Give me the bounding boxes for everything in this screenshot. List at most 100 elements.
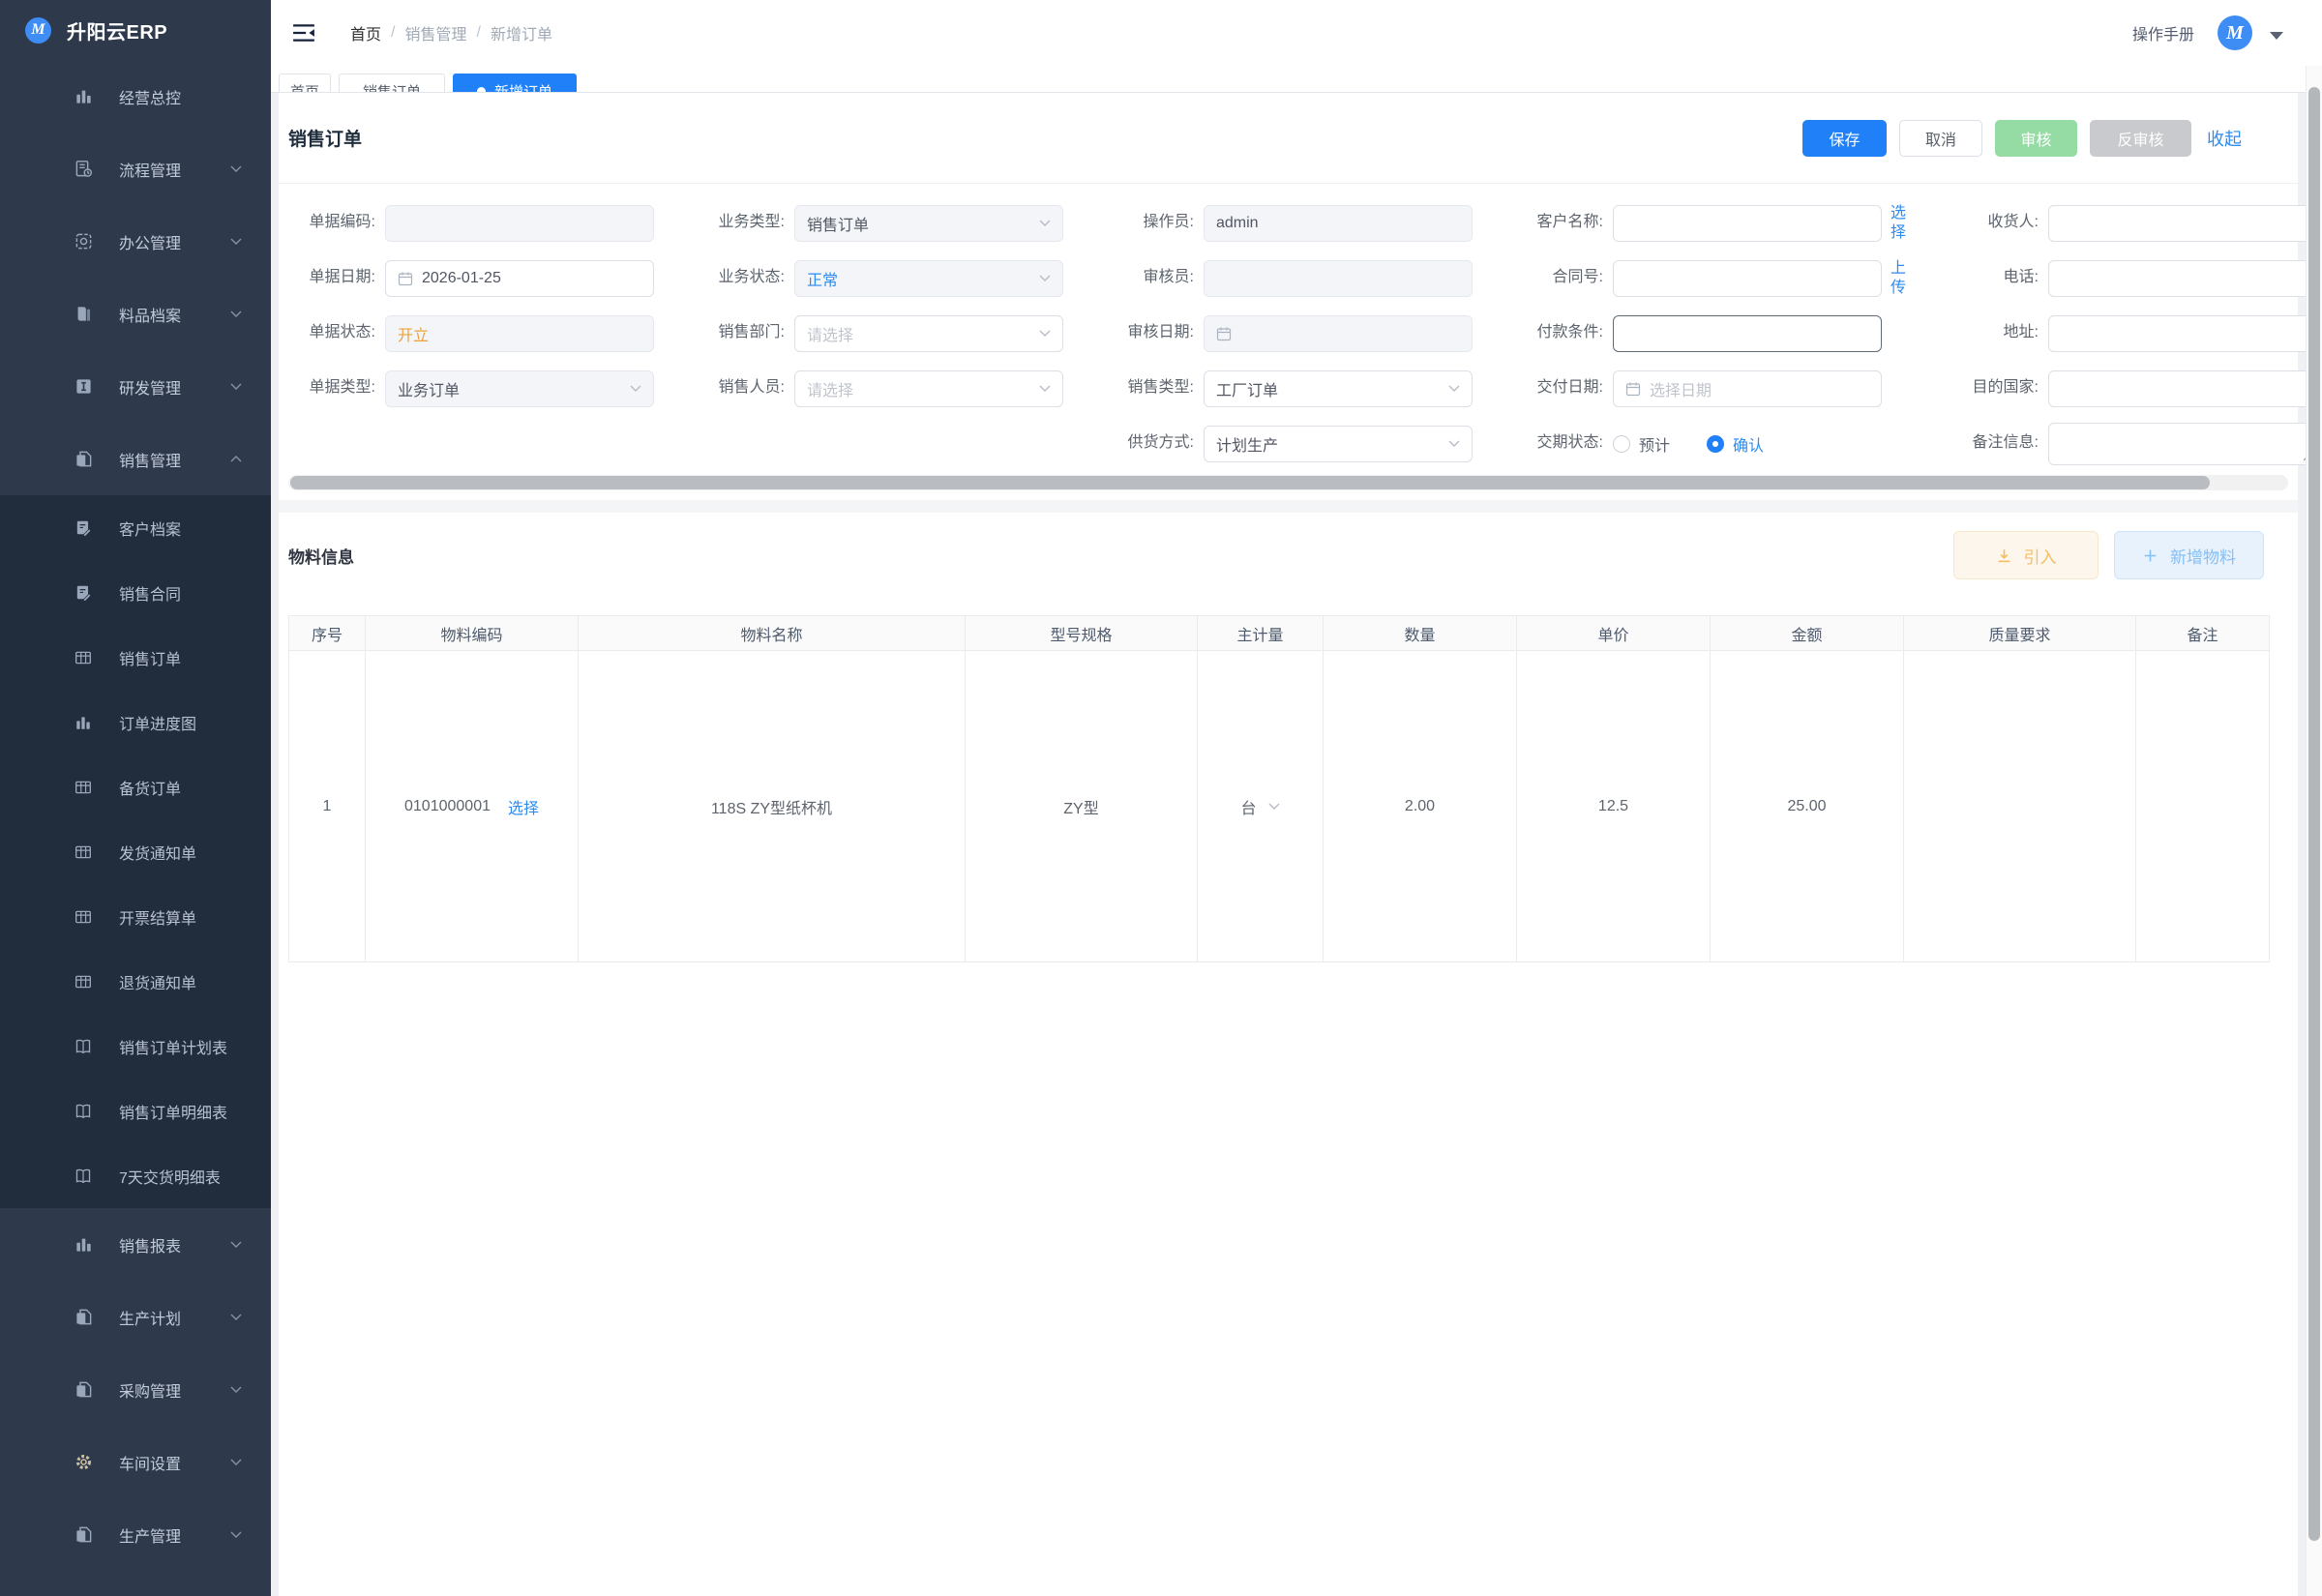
delivery-date-field[interactable]: 选择日期 [1613,369,1882,407]
sidebar-item-return-notice[interactable]: 退货通知单 [0,949,271,1014]
material-select-link[interactable]: 选择 [508,795,539,818]
user-avatar[interactable]: M [2218,15,2252,50]
tab-sales-order[interactable]: 销售订单 [339,74,445,92]
cell-unit[interactable]: 台 [1197,650,1324,962]
save-button[interactable]: 保存 [1802,119,1887,157]
breadcrumb-sales-mgmt[interactable]: 销售管理 [404,21,466,44]
sidebar-item-office-mgmt[interactable]: 办公管理 [0,205,271,278]
cell-material-name[interactable]: 118S ZY型纸杯机 [578,650,966,962]
sidebar-item-invoice-settlement[interactable]: 开票结算单 [0,884,271,949]
user-menu-caret-icon[interactable] [2270,32,2283,40]
sidebar-item-workshop-settings[interactable]: 车间设置 [0,1426,271,1498]
doc-type-label: 单据类型: [309,379,375,397]
table-grid-icon [73,777,94,798]
sidebar-item-sales-mgmt[interactable]: 销售管理 [0,423,271,495]
calendar-icon [1216,326,1232,341]
chevron-down-icon [1268,803,1280,810]
sidebar-item-production-mgmt[interactable]: 生产管理 [0,1498,271,1571]
sidebar-item-shipping-notice[interactable]: 发货通知单 [0,819,271,884]
unaudit-button[interactable]: 反审核 [2090,119,2191,157]
payment-terms-field[interactable] [1613,314,1882,352]
radio-confirmed-label[interactable]: 确认 [1733,432,1764,456]
scrollbar-thumb[interactable] [2308,87,2320,1541]
tab-home[interactable]: 首页 [279,74,331,92]
open-book-icon [73,1166,94,1187]
doc-code-field [385,204,654,242]
customer-field[interactable] [1613,204,1882,242]
audit-button[interactable]: 审核 [1995,119,2077,157]
doc-date-field[interactable]: 2026-01-25 [385,259,654,297]
page-vertical-scrollbar[interactable] [2306,66,2322,1596]
open-book-icon [73,1036,94,1057]
contract-field[interactable] [1613,259,1882,297]
manual-link[interactable]: 操作手册 [2132,21,2194,44]
sidebar-item-rd-mgmt[interactable]: 研发管理 [0,350,271,423]
contract-label: 合同号: [1552,269,1603,286]
cell-spec[interactable]: ZY型 [965,650,1198,962]
radio-checked-icon[interactable] [1707,434,1725,453]
sidebar-item-sales-order[interactable]: 销售订单 [0,625,271,690]
sidebar-item-operations-dashboard[interactable]: 经营总控 [0,60,271,133]
sidebar-item-sales-order-plan[interactable]: 销售订单计划表 [0,1014,271,1079]
contract-upload-link[interactable]: 上传 [1890,259,1908,298]
sidebar-item-processing-workshop[interactable]: 加工车间 [0,1571,271,1596]
chevron-down-icon [1039,220,1051,226]
sidebar-item-material-archives[interactable]: 料品档案 [0,278,271,350]
sidebar-item-7day-delivery-detail[interactable]: 7天交货明细表 [0,1143,271,1208]
form-col-4: 客户名称: 选择 合同号: 上传 付款条件: 交付日期: 选择日期 交期状态: … [1516,195,1908,471]
radio-unchecked-icon[interactable] [1613,434,1630,453]
sidebar-item-sales-order-detail[interactable]: 销售订单明细表 [0,1079,271,1143]
sidebar-item-stock-order[interactable]: 备货订单 [0,754,271,819]
biz-status-label: 业务状态: [718,269,785,286]
chevron-down-icon [1039,275,1051,281]
sidebar-item-purchase-mgmt[interactable]: 采购管理 [0,1353,271,1426]
supply-mode-select[interactable]: 计划生产 [1204,425,1473,462]
col-unit: 主计量 [1197,615,1324,651]
delivery-status-label: 交期状态: [1536,434,1603,452]
payment-terms-label: 付款条件: [1536,324,1603,341]
supply-mode-label: 供货方式: [1127,434,1194,452]
sidebar-item-process-mgmt[interactable]: 流程管理 [0,133,271,205]
cell-price[interactable]: 12.5 [1516,650,1711,962]
pages-icon [73,449,94,470]
sales-person-select[interactable]: 请选择 [794,369,1063,407]
address-field[interactable] [2048,314,2317,352]
customer-select-link[interactable]: 选择 [1890,204,1908,243]
cell-quality[interactable] [1903,650,2136,962]
address-label: 地址: [2003,324,2039,341]
country-field[interactable] [2048,369,2317,407]
tab-new-order[interactable]: 新增订单 [453,74,577,92]
breadcrumb-separator: / [391,24,396,41]
sales-dept-select[interactable]: 请选择 [794,314,1063,352]
sidebar-item-order-progress-chart[interactable]: 订单进度图 [0,690,271,754]
phone-field[interactable] [2048,259,2317,297]
breadcrumb-home[interactable]: 首页 [350,21,381,44]
sidebar-item-sales-reports[interactable]: 销售报表 [0,1208,271,1281]
col-seq: 序号 [288,615,366,651]
collapse-link[interactable]: 收起 [2207,126,2242,151]
import-button[interactable]: 引入 [1953,531,2099,579]
calendar-icon [1625,381,1641,397]
open-book-icon [73,1101,94,1122]
form-horizontal-scrollbar[interactable] [288,475,2288,490]
cell-remark[interactable] [2135,650,2270,962]
page-title: 销售订单 [288,130,363,150]
country-label: 目的国家: [1972,379,2039,397]
menu-fold-icon[interactable] [292,23,315,43]
add-material-button[interactable]: 新增物料 [2114,531,2264,579]
chevron-down-icon [230,1314,242,1320]
radio-estimated-label[interactable]: 预计 [1639,432,1670,456]
biz-type-select: 销售订单 [794,204,1063,242]
sales-type-select[interactable]: 工厂订单 [1204,369,1473,407]
cell-qty[interactable]: 2.00 [1323,650,1517,962]
receiver-field[interactable] [2048,204,2317,242]
col-spec: 型号规格 [965,615,1198,651]
sidebar-item-customer-archives[interactable]: 客户档案 [0,495,271,560]
remark-textarea[interactable] [2048,422,2317,465]
sales-submenu: 客户档案 销售合同 销售订单 订单进度图 备货订单 发货通知单 开票结算单 退货… [0,495,271,1208]
sidebar-item-sales-contract[interactable]: 销售合同 [0,560,271,625]
sidebar-item-production-plan[interactable]: 生产计划 [0,1281,271,1353]
scrollbar-thumb[interactable] [290,476,2211,489]
cancel-button[interactable]: 取消 [1899,119,1982,157]
form-col-3: 操作员: admin 审核员: 审核日期: 销售类型: 工厂订单 供货方式: 计… [1107,195,1473,471]
